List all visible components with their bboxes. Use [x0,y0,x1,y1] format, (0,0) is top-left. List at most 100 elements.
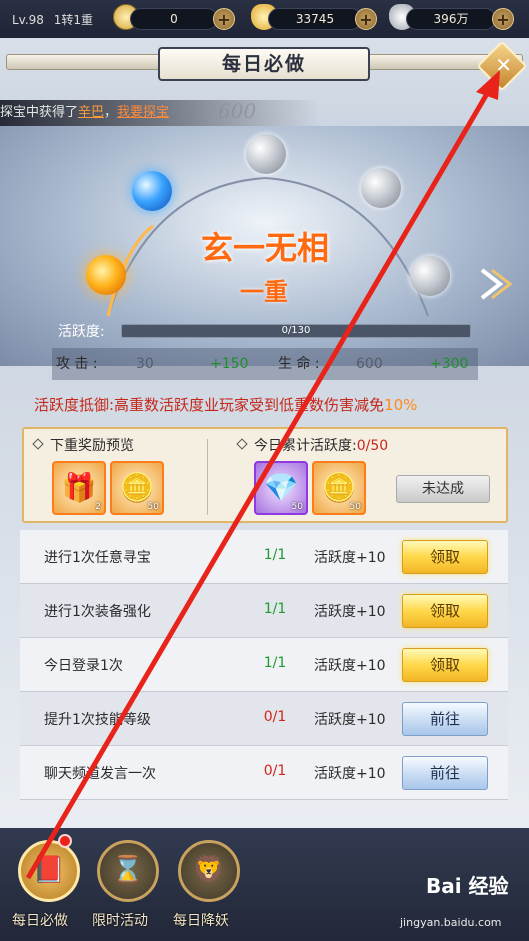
task-reward: 活跃度+10 [314,766,386,782]
rebirth-text: 1转1重 [53,13,94,27]
today-activity-value: 0/50 [356,438,389,454]
level-text: Lv.98 [12,13,44,27]
task-reward: 活跃度+10 [314,604,386,620]
diamond-bullet-icon [236,438,248,450]
not-achieved-button[interactable]: 未达成 [396,475,490,503]
task-reward: 活跃度+10 [314,658,386,674]
reward-item-gold-ingot[interactable]: 🪙 50 [110,461,164,515]
realm-name: 玄一无相 [200,229,329,267]
task-row: 进行1次任意寻宝 1/1 活跃度+10 领取 [20,530,508,584]
treasure-chest-icon: 🎁 [61,471,97,504]
watermark-url: jingyan.baidu.com [400,916,502,929]
gold-ingot-icon: 🪙 [321,471,357,504]
task-name: 进行1次装备强化 [44,604,151,620]
task-reward: 活跃度+10 [314,550,386,566]
claim-button[interactable]: 领取 [402,648,488,682]
realm-orb-5[interactable] [410,256,450,296]
task-row: 今日登录1次 1/1 活跃度+10 领取 [20,638,508,692]
diamond-bullet-icon [32,438,44,450]
attack-value: 30 [136,356,154,372]
marquee-number: 600 [218,99,257,123]
reward-item-crystal[interactable]: 💎 50 [254,461,308,515]
task-list: 进行1次任意寻宝 1/1 活跃度+10 领取 进行1次装备强化 1/1 活跃度+… [20,530,508,830]
nav-label-daily[interactable]: 每日必做 [12,910,68,930]
attack-bonus: +150 [210,356,249,372]
treasure-link[interactable]: 我要探宝 [117,105,169,120]
close-icon: ✕ [495,52,513,77]
task-progress: 1/1 [263,601,287,617]
coin-amount: 0 [130,8,218,30]
hp-bonus: +300 [430,356,469,372]
coin-value: 0 [170,12,178,26]
task-progress: 1/1 [263,547,287,563]
next-realm-arrow-icon[interactable] [478,264,514,304]
gold-ingot-icon: 🪙 [119,471,155,504]
item-count: 50 [291,502,303,512]
plus-icon: + [496,10,510,29]
coin-add-button[interactable]: + [213,8,235,30]
item-count: 50 [349,502,361,512]
marquee-text: 探宝中获得了 [0,105,79,120]
realm-orb-2[interactable] [132,171,172,211]
task-progress: 0/1 [263,709,287,725]
player-level: Lv.98 1转1重 [12,11,93,28]
activity-progress-text: 0/130 [281,325,311,336]
reward-preview-box: 下重奖励预览 今日累计活跃度:0/50 🎁 2 🪙 50 💎 50 🪙 50 未… [22,427,508,523]
nav-label-events[interactable]: 限时活动 [92,910,148,930]
task-progress: 0/1 [263,763,287,779]
activity-defense-note: 活跃度抵御:高重数活跃度业玩家受到低重数伤害减免10% [34,394,417,415]
silver-add-button[interactable]: + [492,8,514,30]
player-name-link[interactable]: 辛巴 [78,105,104,120]
top-status-bar: Lv.98 1转1重 0 + 33745 + 396万 + [0,0,529,38]
notification-badge [58,834,72,848]
today-activity-label: 今日累计活跃度: [254,438,357,454]
nav-label-demon[interactable]: 每日降妖 [173,910,229,930]
realm-orb-3[interactable] [246,134,286,174]
reward-item-treasure-chest[interactable]: 🎁 2 [52,461,106,515]
gold-amount: 33745 [268,8,362,30]
watermark-main: Bai 经验 [426,874,509,898]
activity-progress-bar: 0/130 [121,324,471,338]
marquee-separator: ， [104,105,118,120]
book-icon: 📕 [32,855,66,885]
silver-amount: 396万 [406,8,496,30]
hp-value: 600 [356,356,383,372]
item-count: 50 [147,502,159,512]
task-name: 提升1次技能等级 [44,712,151,728]
realm-orb-4[interactable] [361,168,401,208]
silver-value: 396万 [433,12,469,26]
stat-row: 攻 击 : 30 +150 生 命 : 600 +300 [52,348,478,380]
baidu-watermark: Bai 经验 jingyan.baidu.com [400,858,525,938]
gold-value: 33745 [295,12,335,26]
today-activity-title: 今日累计活跃度:0/50 [236,435,388,455]
hp-label: 生 命 : [278,356,320,372]
divider [207,439,208,515]
task-name: 今日登录1次 [44,658,123,674]
nav-daily-demon[interactable]: 🦁 [178,840,240,902]
claim-button[interactable]: 领取 [402,594,488,628]
task-row: 聊天频道发言一次 0/1 活跃度+10 前往 [20,746,508,800]
nav-limited-events[interactable]: ⌛ [97,840,159,902]
crystal-icon: 💎 [263,471,299,504]
nav-daily-tasks[interactable]: 📕 [18,840,80,902]
close-button[interactable]: ✕ [476,40,528,92]
daily-tasks-panel: 每日必做 ✕ 探宝中获得了辛巴，我要探宝 600 玄一无相 一重 活跃度: 0/… [0,38,529,828]
realm-orb-1[interactable] [86,255,126,295]
task-name: 进行1次任意寻宝 [44,550,151,566]
gold-add-button[interactable]: + [355,8,377,30]
lion-mask-icon: 🦁 [192,855,226,885]
task-name: 聊天频道发言一次 [44,766,156,782]
warning-text: 活跃度抵御:高重数活跃度业玩家受到低重数伤害减免 [34,396,385,414]
next-reward-title: 下重奖励预览 [32,435,134,455]
plus-icon: + [359,10,373,29]
page-title: 每日必做 [158,47,370,81]
task-reward: 活跃度+10 [314,712,386,728]
task-row: 进行1次装备强化 1/1 活跃度+10 领取 [20,584,508,638]
announcement-marquee: 探宝中获得了辛巴，我要探宝 600 [0,99,320,126]
realm-level: 一重 [240,277,288,306]
go-button[interactable]: 前往 [402,756,488,790]
reward-item-gold-ingot-2[interactable]: 🪙 50 [312,461,366,515]
go-button[interactable]: 前往 [402,702,488,736]
task-row: 提升1次技能等级 0/1 活跃度+10 前往 [20,692,508,746]
claim-button[interactable]: 领取 [402,540,488,574]
